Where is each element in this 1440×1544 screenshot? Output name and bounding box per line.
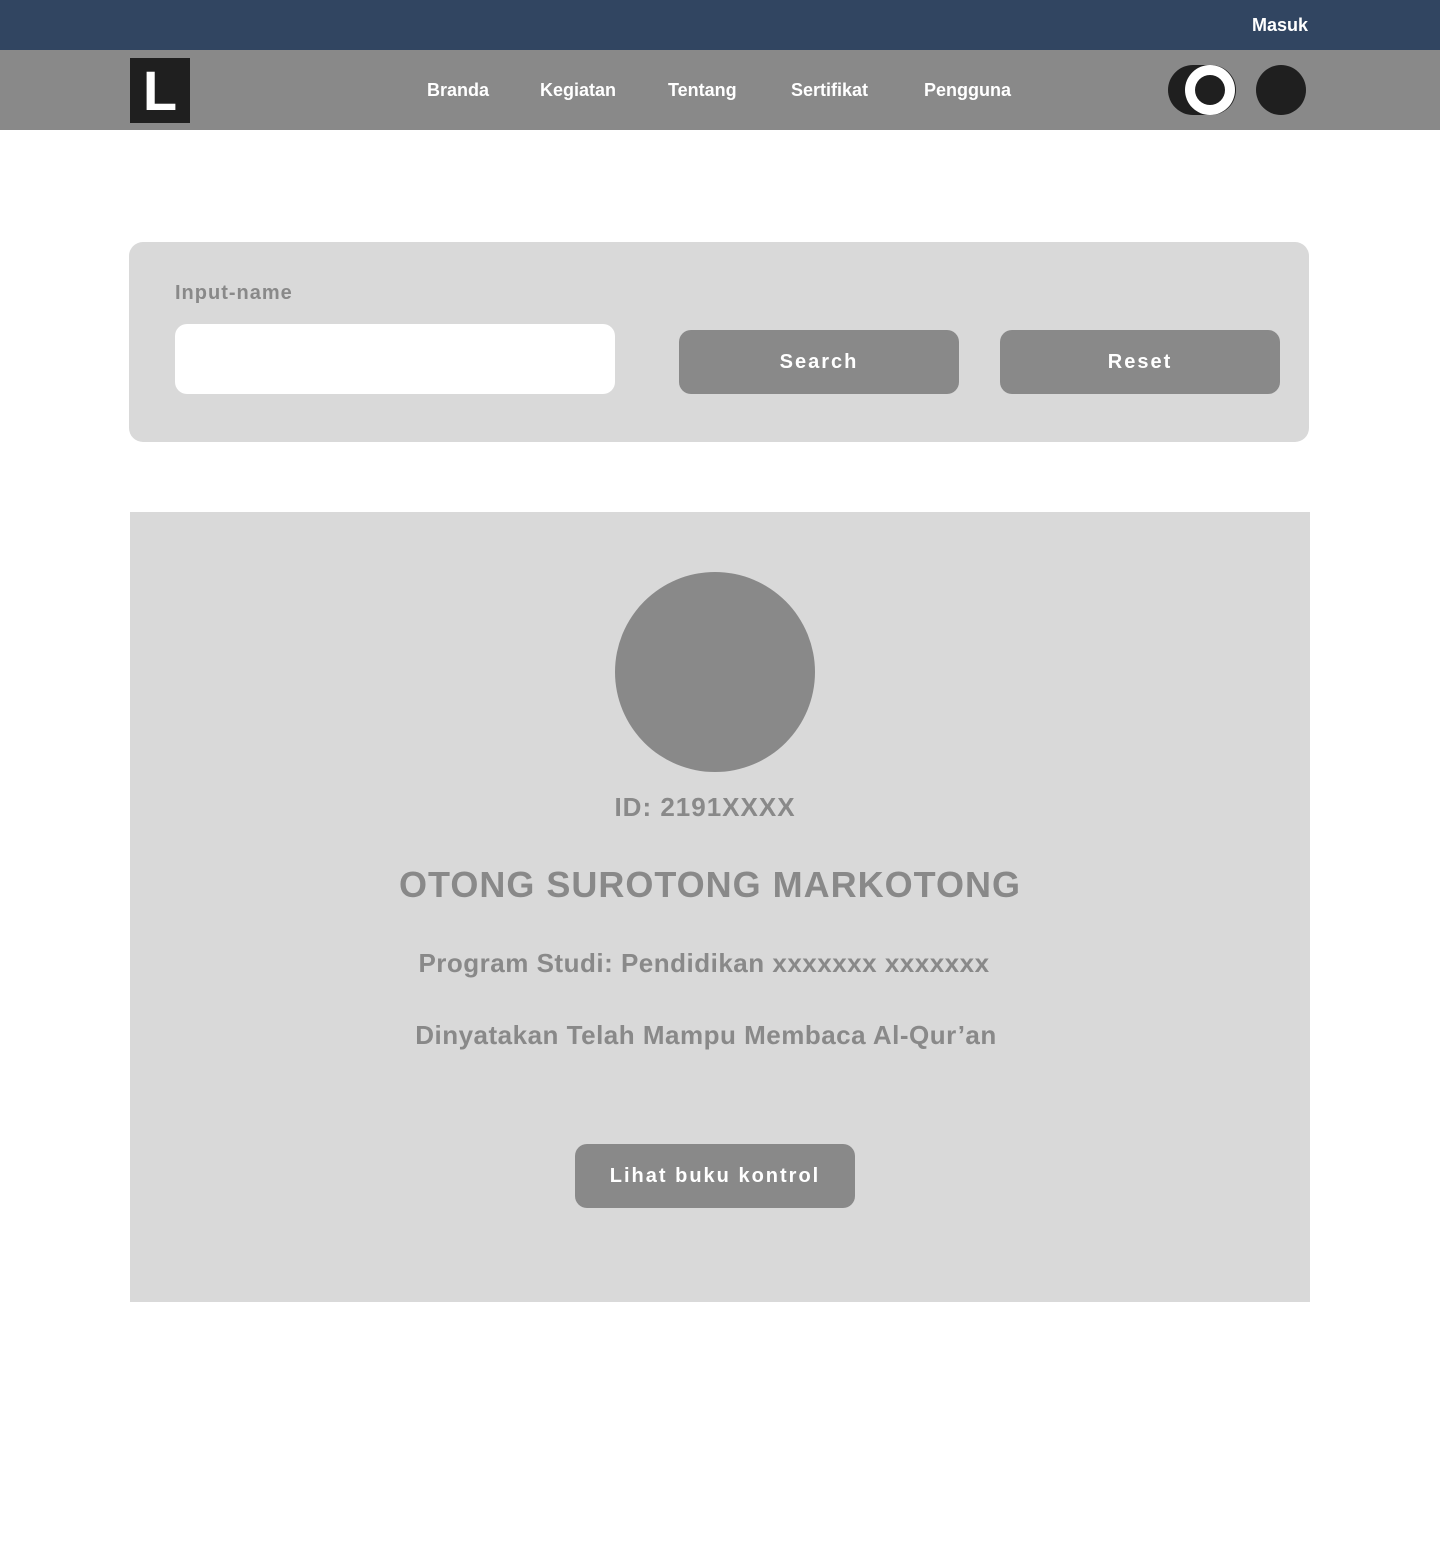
nav-item-kegiatan[interactable]: Kegiatan	[540, 50, 616, 130]
profile-card: ID: 2191XXXX OTONG SUROTONG MARKOTONG Pr…	[130, 512, 1310, 1302]
theme-toggle-icon[interactable]	[1168, 65, 1236, 115]
nav-item-branda[interactable]: Branda	[427, 50, 489, 130]
profile-id: ID: 2191XXXX	[614, 792, 796, 822]
logo[interactable]: L	[130, 58, 190, 123]
profile-statement: Dinyatakan Telah Mampu Membaca Al-Qur’an	[415, 1020, 997, 1050]
login-link[interactable]: Masuk	[1230, 0, 1330, 50]
top-bar: Masuk	[0, 0, 1440, 50]
search-button[interactable]: Search	[679, 330, 959, 394]
view-control-book-button[interactable]: Lihat buku kontrol	[575, 1144, 855, 1208]
profile-name: OTONG SUROTONG MARKOTONG	[398, 864, 1022, 905]
navbar: L Branda Kegiatan Tentang Sertifikat Pen…	[0, 50, 1440, 130]
nav-item-tentang[interactable]: Tentang	[668, 50, 737, 130]
toggle-knob-inner	[1195, 75, 1225, 105]
nav-item-sertifikat[interactable]: Sertifikat	[791, 50, 868, 130]
name-search-input[interactable]	[175, 324, 615, 394]
nav-item-pengguna[interactable]: Pengguna	[924, 50, 1011, 130]
search-panel: Input-name Search Reset	[129, 242, 1309, 442]
user-avatar-icon[interactable]	[1256, 65, 1306, 115]
search-label: Input-name	[175, 282, 293, 304]
profile-program: Program Studi: Pendidikan xxxxxxx xxxxxx…	[418, 948, 990, 978]
profile-photo-placeholder	[615, 572, 815, 772]
reset-button[interactable]: Reset	[1000, 330, 1280, 394]
